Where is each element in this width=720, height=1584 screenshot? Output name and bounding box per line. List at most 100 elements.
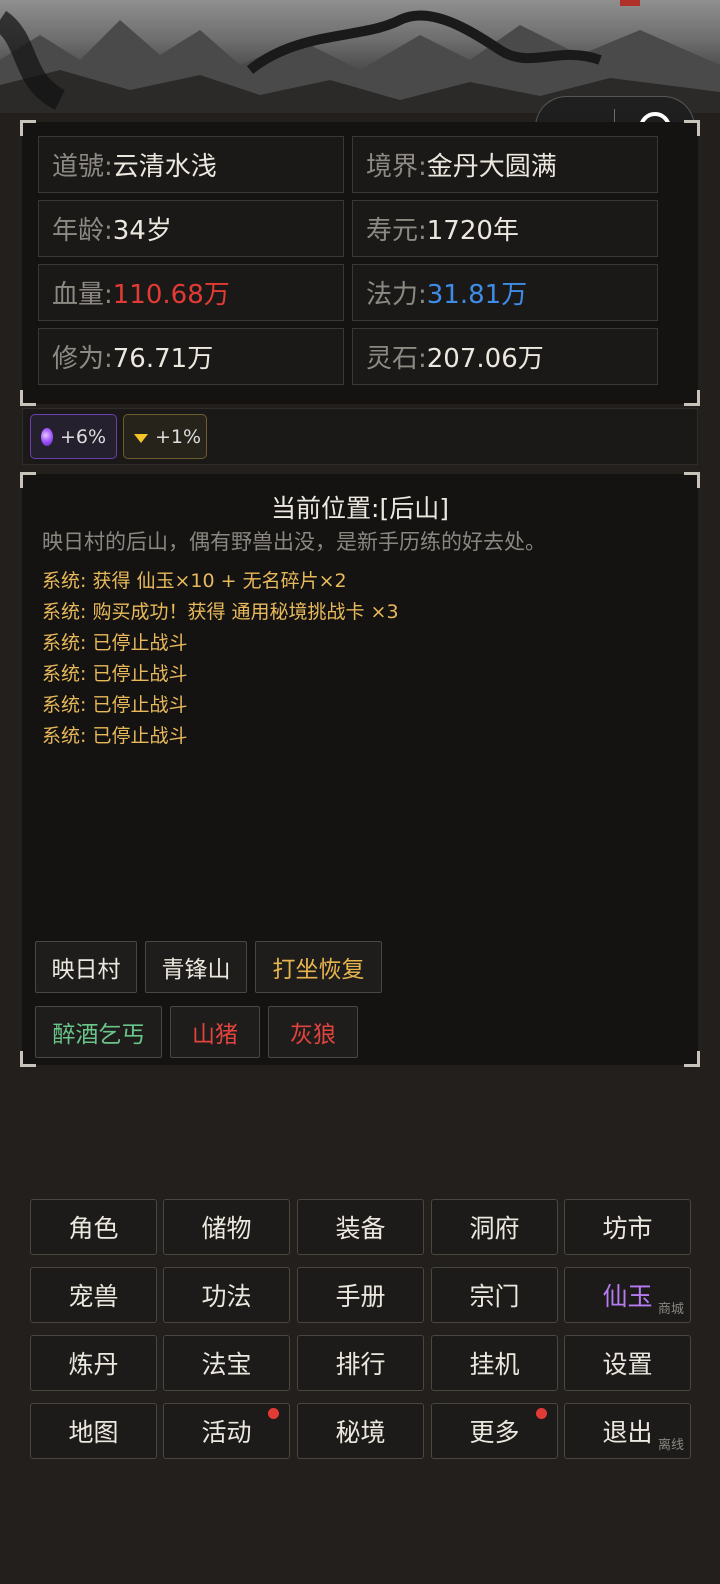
menu-more-button[interactable]: 更多 xyxy=(431,1403,558,1459)
location-description: 映日村的后山，偶有野兽出没，是新手历练的好去处。 xyxy=(42,530,546,554)
stat-value: 云清水浅 xyxy=(112,152,217,182)
stat-lifespan: 寿元: 1720年 xyxy=(352,200,658,257)
stat-age: 年龄: 34岁 xyxy=(38,200,344,257)
menu-label: 活动 xyxy=(201,1418,252,1447)
menu-artifact-button[interactable]: 法宝 xyxy=(163,1335,290,1391)
goto-yingri-village-button[interactable]: 映日村 xyxy=(35,941,137,993)
npc-drunk-beggar-button[interactable]: 醉酒乞丐 xyxy=(35,1006,162,1058)
menu-ranking-button[interactable]: 排行 xyxy=(297,1335,424,1391)
log-line: 系统: 获得 仙玉×10 + 无名碎片×2 xyxy=(42,570,347,592)
menu-label: 功法 xyxy=(201,1282,252,1311)
log-line: 系统: 已停止战斗 xyxy=(42,632,188,654)
menu-label: 坊市 xyxy=(602,1214,653,1243)
enemy-grey-wolf-button[interactable]: 灰狼 xyxy=(268,1006,358,1058)
meditate-recover-button[interactable]: 打坐恢复 xyxy=(255,941,382,993)
buff-bar: +6% +1% xyxy=(22,408,698,465)
menu-label: 宗门 xyxy=(469,1282,520,1311)
stat-label: 灵石: xyxy=(366,344,427,374)
menu-label: 炼丹 xyxy=(68,1350,119,1379)
stat-label: 修为: xyxy=(52,344,113,374)
stat-realm: 境界: 金丹大圆满 xyxy=(352,136,658,193)
menu-label: 储物 xyxy=(201,1214,252,1243)
stat-mana: 法力: 31.81万 xyxy=(352,264,658,321)
stat-label: 法力: xyxy=(366,280,427,310)
buff-label: +6% xyxy=(59,425,106,448)
corner-bracket xyxy=(20,1051,36,1067)
stat-cultivation: 修为: 76.71万 xyxy=(38,328,344,385)
log-line: 系统: 已停止战斗 xyxy=(42,725,188,747)
menu-idle-button[interactable]: 挂机 xyxy=(431,1335,558,1391)
corner-bracket xyxy=(20,120,36,136)
seal-stamp xyxy=(620,0,640,6)
menu-character-button[interactable]: 角色 xyxy=(30,1199,157,1255)
log-line: 系统: 已停止战斗 xyxy=(42,694,188,716)
menu-sublabel: 离线 xyxy=(657,1438,684,1453)
menu-storage-button[interactable]: 储物 xyxy=(163,1199,290,1255)
stat-daohao: 道號: 云清水浅 xyxy=(38,136,344,193)
stat-label: 道號: xyxy=(52,152,113,182)
menu-label: 退出 xyxy=(602,1418,653,1447)
menu-sublabel: 商城 xyxy=(657,1302,684,1317)
menu-label: 法宝 xyxy=(201,1350,252,1379)
corner-bracket xyxy=(20,472,36,488)
menu-skills-button[interactable]: 功法 xyxy=(163,1267,290,1323)
stat-label: 境界: xyxy=(366,152,427,182)
menu-pets-button[interactable]: 宠兽 xyxy=(30,1267,157,1323)
stat-spirit-stones: 灵石: 207.06万 xyxy=(352,328,658,385)
buff-luck[interactable]: +1% xyxy=(123,414,207,459)
menu-label: 挂机 xyxy=(469,1350,520,1379)
corner-bracket xyxy=(684,1051,700,1067)
menu-jade-shop-button[interactable]: 仙玉 商城 xyxy=(564,1267,691,1323)
location-panel: 当前位置:[后山] 映日村的后山，偶有野兽出没，是新手历练的好去处。 系统: 获… xyxy=(20,472,700,1067)
corner-bracket xyxy=(684,390,700,406)
menu-label: 更多 xyxy=(469,1418,520,1447)
enemy-wild-boar-button[interactable]: 山猪 xyxy=(170,1006,260,1058)
menu-equipment-button[interactable]: 装备 xyxy=(297,1199,424,1255)
menu-market-button[interactable]: 坊市 xyxy=(564,1199,691,1255)
corner-bracket xyxy=(684,120,700,136)
location-title: 当前位置:[后山] xyxy=(271,494,449,523)
system-log: 系统: 获得 仙玉×10 + 无名碎片×2 系统: 购买成功！获得 通用秘境挑战… xyxy=(42,566,399,752)
log-line: 系统: 购买成功！获得 通用秘境挑战卡 ×3 xyxy=(42,601,399,623)
character-stats-panel: 道號: 云清水浅 境界: 金丹大圆满 年龄: 34岁 寿元: 1720年 血量:… xyxy=(20,120,700,406)
menu-label: 手册 xyxy=(335,1282,386,1311)
notification-dot xyxy=(536,1408,547,1419)
stat-value: 110.68万 xyxy=(112,280,230,310)
stat-label: 寿元: xyxy=(366,216,427,246)
stat-value: 1720年 xyxy=(426,216,519,246)
menu-label: 洞府 xyxy=(469,1214,520,1243)
menu-alchemy-button[interactable]: 炼丹 xyxy=(30,1335,157,1391)
menu-events-button[interactable]: 活动 xyxy=(163,1403,290,1459)
menu-exit-button[interactable]: 退出 离线 xyxy=(564,1403,691,1459)
stat-value: 金丹大圆满 xyxy=(426,152,557,182)
goto-qingfeng-mountain-button[interactable]: 青锋山 xyxy=(145,941,247,993)
menu-label: 仙玉 xyxy=(602,1282,653,1311)
menu-label: 装备 xyxy=(335,1214,386,1243)
stat-value: 34岁 xyxy=(112,216,172,246)
menu-label: 宠兽 xyxy=(68,1282,119,1311)
stat-hp: 血量: 110.68万 xyxy=(38,264,344,321)
stat-label: 血量: xyxy=(52,280,113,310)
corner-bracket xyxy=(20,390,36,406)
menu-settings-button[interactable]: 设置 xyxy=(564,1335,691,1391)
menu-label: 地图 xyxy=(68,1418,119,1447)
menu-secret-realm-button[interactable]: 秘境 xyxy=(297,1403,424,1459)
stat-value: 31.81万 xyxy=(426,280,528,310)
corner-bracket xyxy=(684,472,700,488)
log-line: 系统: 已停止战斗 xyxy=(42,663,188,685)
gold-gem-icon xyxy=(134,434,148,443)
menu-handbook-button[interactable]: 手册 xyxy=(297,1267,424,1323)
menu-label: 排行 xyxy=(335,1350,386,1379)
menu-sect-button[interactable]: 宗门 xyxy=(431,1267,558,1323)
menu-label: 设置 xyxy=(602,1350,653,1379)
stat-label: 年龄: xyxy=(52,216,113,246)
buff-cultivation[interactable]: +6% xyxy=(30,414,117,459)
buff-label: +1% xyxy=(155,425,202,448)
menu-map-button[interactable]: 地图 xyxy=(30,1403,157,1459)
notification-dot xyxy=(268,1408,279,1419)
menu-cave-button[interactable]: 洞府 xyxy=(431,1199,558,1255)
purple-orb-icon xyxy=(41,427,53,446)
menu-label: 秘境 xyxy=(335,1418,386,1447)
stat-value: 207.06万 xyxy=(426,344,544,374)
menu-label: 角色 xyxy=(68,1214,119,1243)
